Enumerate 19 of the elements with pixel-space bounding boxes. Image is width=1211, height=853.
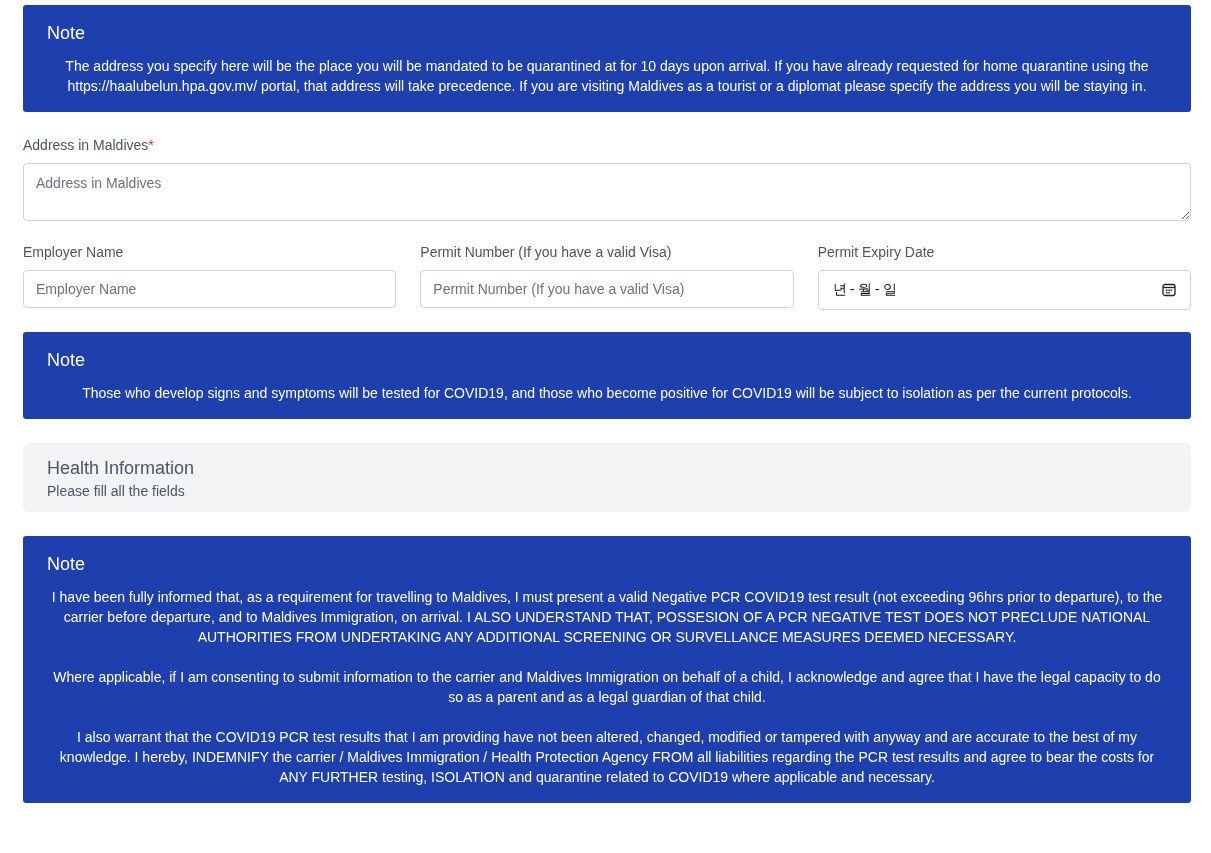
- input-field[interactable]: Employer Name: [23, 270, 397, 308]
- section-title: Health Information: [47, 458, 196, 479]
- note-title: Note: [47, 554, 87, 575]
- field-label: Address in Maldives*: [23, 136, 155, 154]
- calendar-icon[interactable]: [1162, 283, 1176, 297]
- section-subtitle: Please fill all the fields: [47, 483, 186, 499]
- note-title: Note: [47, 350, 87, 371]
- note-text: Where applicable, if I am consenting to submit information to the carrier and Maldives Immigration on behalf of a child, I acknowledge and agree that I have the legal capacity to do so as a parent and as a legal guardian of that child.: [52, 668, 1162, 707]
- input-field[interactable]: Permit Number (If you have a valid Visa): [420, 270, 794, 308]
- note-text: I have been fully informed that, as a requirement for travelling to Maldives, I must present a valid Negative PCR COVID19 test result (not exceeding 96hrs prior to departure), to the carrier before departure, and to Maldives Immigration, on arrival. I ALSO UNDERSTAND THAT, POSSESION OF A PCR NEGATIVE TEST DOES NOT PRECLUDE NATIONAL AUTHORITIES FROM UNDERTAKING ANY ADDITIONAL SCREENING OR SURVELLANCE MEASURES DEEMED NECESSARY.: [50, 588, 1164, 647]
- note-title: Note: [47, 23, 87, 44]
- field-label: Permit Expiry Date: [817, 243, 936, 261]
- field-label: Permit Number (If you have a valid Visa): [420, 243, 673, 261]
- note-text: The address you specify here will be the place you will be mandated to be quarantined at for 10 days upon arrival. If you have already requested for home quarantine using the https://haalubelun.hpa.gov.mv/ portal, that address will take precedence. If you are visiting Maldives as a tourist or a diplomat please specify the address you will be staying in.: [64, 57, 1150, 96]
- field-label: Employer Name: [23, 243, 125, 261]
- note-text: Those who develop signs and symptoms will be tested for COVID19, and those who become positive for COVID19 will be subject to isolation as per the current protocols.: [81, 384, 1133, 403]
- note-text: I also warrant that the COVID19 PCR test results that I am providing have not been altered, changed, modified or tampered with anyway and are accurate to the best of my knowledge. I hereby, INDEMNIFY the carrier / Maldives Immigration / Health Protection Agency FROM all liabilities regarding the PCR test results and agree to bear the costs for ANY FURTHER testing, ISOLATION and quarantine related to COVID19 where applicable and necessary.: [58, 728, 1156, 787]
- address-field[interactable]: Address in Maldives: [23, 163, 1191, 221]
- date-field[interactable]: 년-월-일: [817, 270, 1191, 310]
